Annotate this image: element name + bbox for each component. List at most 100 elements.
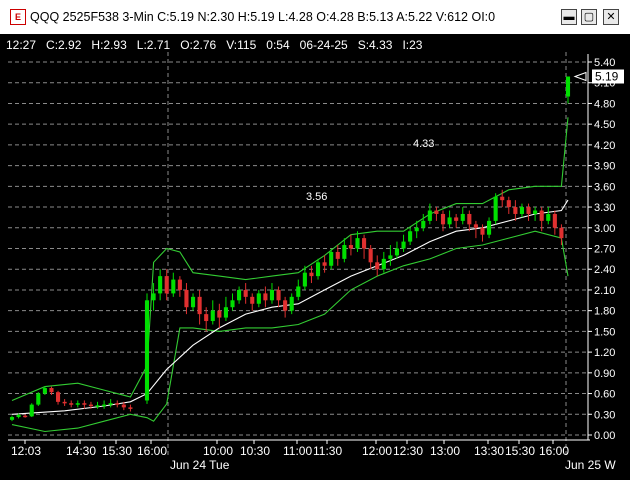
y-tick-label: 0.60	[594, 389, 615, 401]
candle-body	[184, 289, 189, 308]
candle-body	[362, 238, 367, 249]
app-icon: E	[10, 9, 26, 25]
candle-body	[115, 403, 120, 405]
y-tick-label: 1.20	[594, 347, 615, 359]
x-tick-label: 11:00	[283, 444, 312, 458]
y-tick-label: 3.90	[594, 161, 615, 173]
candle-body	[256, 293, 261, 304]
candle-body	[250, 296, 255, 304]
candle-body	[394, 248, 400, 256]
candle-body	[88, 404, 93, 407]
candle-body	[177, 279, 182, 290]
candle-body	[421, 220, 426, 228]
candle-body	[329, 251, 334, 266]
candle-body	[348, 245, 353, 249]
x-tick-label: 12:30	[393, 444, 423, 458]
candle-body	[197, 296, 202, 315]
info-close: C:2.92	[46, 38, 82, 52]
candle-body	[217, 310, 222, 318]
x-date-label: Jun 25 W	[565, 458, 616, 472]
y-tick-label: 1.50	[594, 326, 615, 338]
y-tick-label: 2.40	[594, 264, 615, 276]
candle-body	[49, 388, 54, 393]
maximize-button[interactable]: ▢	[581, 9, 597, 25]
info-high: H:2.93	[91, 38, 127, 52]
candle-body	[500, 196, 505, 201]
x-tick-label: 15:30	[102, 444, 132, 458]
y-tick-label: 5.40	[594, 57, 615, 69]
x-tick-label: 16:00	[137, 444, 167, 458]
price-chart[interactable]: 5.405.104.804.504.203.903.603.303.002.70…	[0, 34, 630, 480]
candle-body	[269, 289, 275, 301]
window-title: QQQ 2525F538 3-Min C:5.19 N:2.30 H:5.19 …	[30, 10, 496, 24]
candle-body	[401, 241, 406, 249]
x-tick-label: 10:00	[203, 444, 233, 458]
y-tick-label: 4.50	[594, 119, 615, 131]
candle-body	[171, 279, 176, 294]
candle-body	[95, 405, 100, 407]
candle-body	[9, 417, 15, 420]
info-date: 06-24-25	[299, 38, 348, 52]
candle-body	[342, 245, 347, 259]
y-tick-label: 4.20	[594, 140, 615, 152]
candle-body	[480, 227, 485, 235]
candle-body	[322, 262, 327, 266]
candle-body	[414, 227, 419, 232]
candle-body	[128, 407, 133, 409]
candle-body	[289, 296, 294, 311]
candle-body	[460, 213, 465, 221]
y-tick-label: 2.10	[594, 285, 615, 297]
x-tick-label: 13:00	[430, 444, 460, 458]
candle-body	[355, 238, 360, 249]
candle-body	[434, 210, 439, 214]
candle-body	[23, 415, 28, 418]
x-tick-label: 16:00	[539, 444, 569, 458]
candle-body	[237, 289, 242, 301]
info-open: O:2.76	[180, 38, 217, 52]
x-tick-label: 12:00	[362, 444, 392, 458]
x-tick-label: 11:30	[313, 444, 342, 458]
candle-body	[75, 403, 80, 405]
candle-body	[42, 388, 47, 394]
candle-body	[519, 207, 525, 214]
minimize-button[interactable]: ▬	[561, 9, 577, 25]
candle-body	[276, 289, 281, 301]
info-s: S:4.33	[357, 38, 393, 52]
last-price-label: 5.19	[595, 70, 619, 84]
info-volume: V:115	[226, 38, 257, 52]
candle-body	[55, 392, 61, 402]
candle-body	[190, 296, 196, 308]
candle-body	[368, 248, 373, 263]
candle-body	[29, 404, 34, 417]
candle-body	[487, 220, 492, 235]
candle-body	[533, 210, 538, 214]
candle-body	[546, 213, 551, 221]
annotation-label: 4.33	[413, 138, 434, 150]
info-time: 12:27	[6, 38, 37, 52]
candle-body	[223, 307, 228, 318]
y-tick-label: 0.30	[594, 409, 615, 421]
y-tick-label: 0.90	[594, 368, 615, 380]
annotation-label: 3.56	[306, 191, 327, 203]
x-tick-label: 14:30	[66, 444, 96, 458]
candle-body	[335, 251, 340, 259]
candle-body	[82, 403, 87, 405]
candle-body	[381, 258, 386, 270]
candle-body	[440, 213, 446, 225]
candle-body	[309, 272, 314, 277]
candle-body	[296, 286, 301, 297]
info-low: L:2.71	[136, 38, 171, 52]
candle-body	[539, 210, 544, 221]
y-tick-label: 0.00	[594, 430, 615, 442]
y-tick-label: 1.80	[594, 306, 615, 318]
info-bar: 12:27 C:2.92 H:2.93 L:2.71 O:2.76 V:115 …	[6, 38, 422, 52]
info-elapsed: 0:54	[266, 38, 290, 52]
candle-body	[506, 200, 511, 208]
x-date-label: Jun 24 Tue	[170, 458, 230, 472]
y-tick-label: 3.00	[594, 223, 615, 235]
candle-body	[302, 272, 307, 287]
candle-body	[388, 255, 393, 259]
close-button[interactable]: ✕	[603, 9, 619, 25]
candle-body	[513, 207, 518, 214]
candle-body	[315, 262, 321, 277]
